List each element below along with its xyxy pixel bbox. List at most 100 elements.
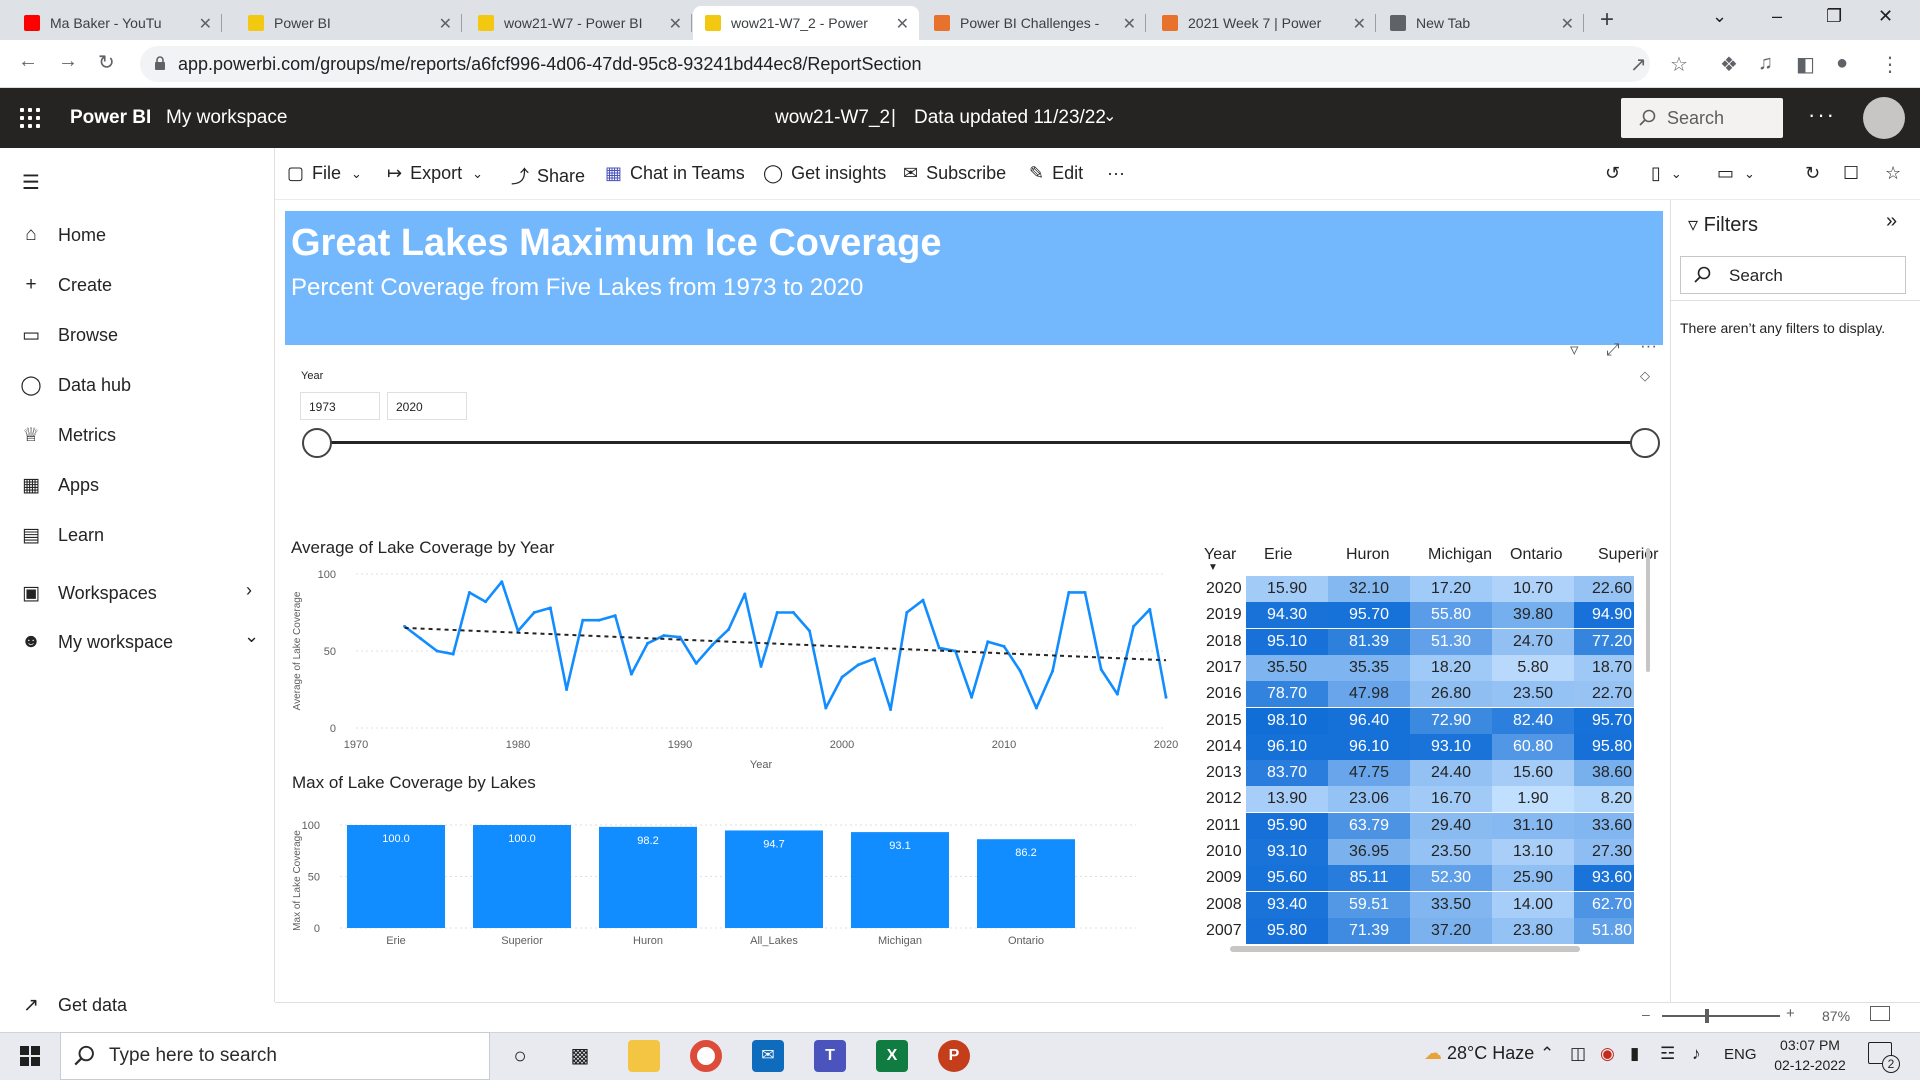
data-point[interactable] <box>629 672 633 676</box>
data-point[interactable] <box>889 708 893 712</box>
nav-item-data-hub[interactable]: ◯ Data hub <box>20 370 131 400</box>
cortana-icon[interactable]: ○ <box>504 1040 536 1072</box>
nav-my-workspace[interactable]: ☻ My workspace <box>20 627 173 657</box>
browser-tab[interactable]: Power BI ✕ <box>236 6 462 40</box>
data-point[interactable] <box>1164 695 1168 699</box>
url-field[interactable]: app.powerbi.com/groups/me/reports/a6fcf9… <box>140 46 1650 82</box>
app-name[interactable]: Power BI <box>70 107 151 129</box>
table-row[interactable]: 2012 13.90 23.06 16.70 1.90 8.20 <box>1200 786 1652 813</box>
collapse-filters-icon[interactable]: » <box>1886 210 1897 233</box>
teams-icon[interactable]: T <box>814 1040 846 1072</box>
filter-icon[interactable]: ▿ <box>1570 340 1579 360</box>
data-point[interactable] <box>775 611 779 614</box>
data-point[interactable] <box>581 618 585 622</box>
nav-get-data[interactable]: ↗ Get data <box>20 990 127 1020</box>
data-point[interactable] <box>905 611 909 614</box>
data-point[interactable] <box>791 611 795 614</box>
side-panel-icon[interactable]: ◧ <box>1796 52 1815 77</box>
data-point[interactable] <box>1099 667 1103 671</box>
data-point[interactable] <box>678 635 682 639</box>
data-point[interactable] <box>1051 669 1055 673</box>
table-horizontal-scrollbar[interactable] <box>1230 946 1580 952</box>
column-header[interactable]: Ontario <box>1510 546 1562 564</box>
line-chart[interactable]: 0 50 100 1970 1980 1990 2000 2010 2020 Average of… <box>286 560 1186 770</box>
workspace-name[interactable]: My workspace <box>166 107 287 129</box>
column-header[interactable]: Michigan <box>1428 546 1492 564</box>
table-row[interactable]: 2007 95.80 71.39 37.20 23.80 51.80 <box>1200 917 1652 944</box>
share-button[interactable]: ⤴ Share <box>511 163 585 189</box>
back-icon[interactable]: ← <box>18 50 38 73</box>
new-tab-button[interactable]: + <box>1600 6 1614 34</box>
minimize-button[interactable]: – <box>1772 6 1782 27</box>
nav-workspaces[interactable]: ▣ Workspaces <box>20 578 157 608</box>
language-indicator[interactable]: ENG <box>1724 1046 1757 1063</box>
data-updated-label[interactable]: Data updated 11/23/22 <box>914 107 1106 129</box>
data-point[interactable] <box>613 614 617 618</box>
powerpoint-icon[interactable]: P <box>938 1040 970 1072</box>
table-row[interactable]: 2019 94.30 95.70 55.80 39.80 94.90 <box>1200 602 1652 629</box>
extensions-icon[interactable]: ❖ <box>1720 52 1738 77</box>
filters-search-input[interactable]: Search <box>1680 256 1906 294</box>
file-menu-button[interactable]: ▢ File ⌄ <box>287 163 362 184</box>
visual-more-icon[interactable]: ··· <box>1640 336 1657 356</box>
zoom-slider-handle[interactable] <box>1705 1009 1709 1023</box>
taskbar-search-box[interactable]: Type here to search <box>60 1032 490 1080</box>
focus-mode-icon[interactable]: ⤢ <box>1606 340 1620 360</box>
browser-tab[interactable]: New Tab ✕ <box>1378 6 1584 40</box>
table-row[interactable]: 2017 35.50 35.35 18.20 5.80 18.70 <box>1200 654 1652 681</box>
hamburger-menu-icon[interactable]: ☰ <box>22 170 40 195</box>
zoom-slider[interactable] <box>1662 1015 1780 1017</box>
table-row[interactable]: 2016 78.70 47.98 26.80 23.50 22.70 <box>1200 681 1652 708</box>
table-row[interactable]: 2018 95.10 81.39 51.30 24.70 77.20 <box>1200 628 1652 655</box>
speaker-icon[interactable]: ♪ <box>1692 1044 1701 1064</box>
close-window-button[interactable]: ✕ <box>1878 6 1893 27</box>
browser-tab[interactable]: wow21-W7 - Power BI ✕ <box>466 6 692 40</box>
slicer-start-handle[interactable] <box>302 428 332 458</box>
tab-search-chevron-icon[interactable]: ⌄ <box>1712 6 1727 27</box>
nav-item-browse[interactable]: ▭ Browse <box>20 320 118 350</box>
file-explorer-icon[interactable] <box>628 1040 660 1072</box>
table-row[interactable]: 2008 93.40 59.51 33.50 14.00 62.70 <box>1200 891 1652 918</box>
data-point[interactable] <box>872 657 876 661</box>
table-row[interactable]: 2020 15.90 32.10 17.20 10.70 22.60 <box>1200 576 1652 602</box>
get-insights-button[interactable]: ◯ Get insights <box>763 163 886 184</box>
data-point[interactable] <box>646 641 650 645</box>
restore-button[interactable]: ❐ <box>1826 6 1842 27</box>
data-point[interactable] <box>727 627 731 631</box>
data-point[interactable] <box>1132 624 1136 628</box>
tray-device-icon[interactable]: ◫ <box>1570 1044 1586 1064</box>
refresh-icon[interactable]: ↻ <box>1805 163 1820 184</box>
browser-tab[interactable]: wow21-W7_2 - Power ✕ <box>693 6 919 40</box>
data-point[interactable] <box>467 590 471 594</box>
data-point[interactable] <box>500 580 504 584</box>
data-point[interactable] <box>662 634 666 638</box>
table-row[interactable]: 2013 83.70 47.75 24.40 15.60 38.60 <box>1200 760 1652 787</box>
export-menu-button[interactable]: ↦ Export ⌄ <box>387 163 483 184</box>
data-point[interactable] <box>1148 607 1152 611</box>
chevron-down-icon[interactable]: ⌄ <box>244 626 259 647</box>
table-row[interactable]: 2010 93.10 36.95 23.50 13.10 27.30 <box>1200 839 1652 865</box>
browser-tab[interactable]: Ma Baker - YouTu ✕ <box>12 6 222 40</box>
chrome-menu-icon[interactable]: ⋮ <box>1880 52 1900 77</box>
browser-tab[interactable]: 2021 Week 7 | Power ✕ <box>1150 6 1376 40</box>
close-tab-icon[interactable]: ✕ <box>1353 14 1366 34</box>
media-icon[interactable]: ♫ <box>1758 52 1773 75</box>
avatar[interactable] <box>1863 97 1905 139</box>
data-point[interactable] <box>921 598 925 602</box>
data-point[interactable] <box>808 629 812 633</box>
data-point[interactable] <box>759 664 763 668</box>
nav-item-metrics[interactable]: ♕ Metrics <box>20 420 116 450</box>
data-point[interactable] <box>1067 590 1071 594</box>
data-point[interactable] <box>451 652 455 656</box>
close-tab-icon[interactable]: ✕ <box>439 14 452 34</box>
nav-item-learn[interactable]: ▤ Learn <box>20 520 104 550</box>
series-line[interactable] <box>403 580 1168 711</box>
table-vertical-scrollbar[interactable] <box>1646 548 1650 672</box>
data-point[interactable] <box>986 640 990 644</box>
table-row[interactable]: 2009 95.60 85.11 52.30 25.90 93.60 <box>1200 865 1652 892</box>
data-point[interactable] <box>856 663 860 667</box>
close-tab-icon[interactable]: ✕ <box>1123 14 1136 34</box>
subscribe-button[interactable]: ✉ Subscribe <box>903 163 1006 184</box>
data-point[interactable] <box>435 649 439 653</box>
windows-start-icon[interactable] <box>20 1046 40 1066</box>
